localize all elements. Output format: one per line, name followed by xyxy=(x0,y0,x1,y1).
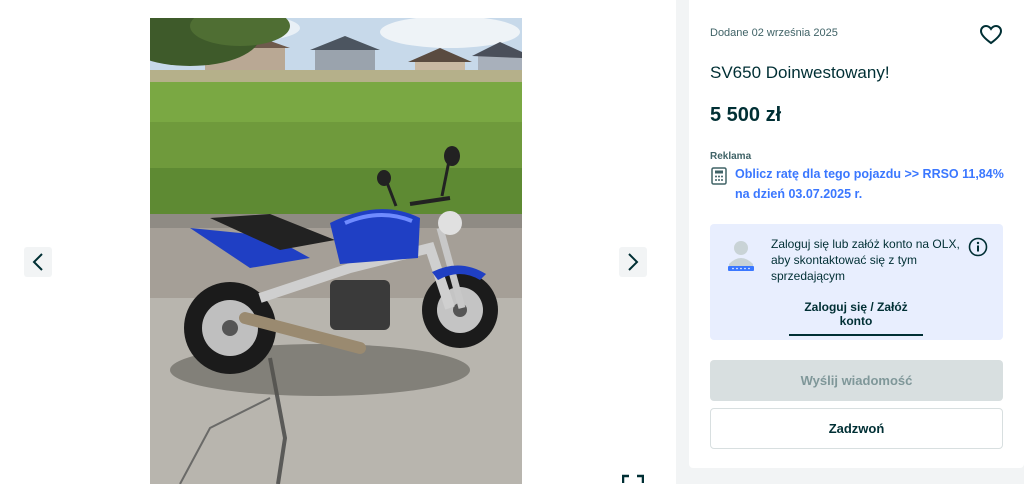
gallery-next-button[interactable] xyxy=(619,247,647,277)
photo-gallery xyxy=(0,0,676,484)
user-avatar-icon xyxy=(728,241,754,271)
fullscreen-icon[interactable] xyxy=(622,474,644,484)
listing-details-panel: Dodane 02 września 2025 SV650 Doinwestow… xyxy=(689,0,1024,468)
login-prompt: Zaloguj się lub załóż konto na OLX, aby … xyxy=(710,224,1003,340)
login-message: Zaloguj się lub załóż konto na OLX, aby … xyxy=(771,237,960,283)
listing-date: Dodane 02 września 2025 xyxy=(710,27,838,39)
motorcycle-photo-illustration xyxy=(150,18,522,484)
installment-calculator-link[interactable]: Oblicz ratę dla tego pojazdu >> RRSO 11,… xyxy=(735,164,1005,204)
calculator-icon xyxy=(711,167,727,185)
ad-label: Reklama xyxy=(710,151,752,162)
listing-price: 5 500 zł xyxy=(710,104,782,126)
listing-photo[interactable] xyxy=(150,18,522,484)
heart-icon xyxy=(979,24,1003,45)
call-button[interactable]: Zadzwoń xyxy=(710,408,1003,449)
info-icon[interactable] xyxy=(968,237,988,257)
chevron-left-icon xyxy=(32,253,43,271)
favorite-button[interactable] xyxy=(979,23,1003,47)
login-register-link[interactable]: Zaloguj się / Załóż konto xyxy=(789,300,923,336)
listing-title: SV650 Doinwestowany! xyxy=(710,63,890,82)
send-message-button[interactable]: Wyślij wiadomość xyxy=(710,360,1003,401)
chevron-right-icon xyxy=(628,253,639,271)
gallery-prev-button[interactable] xyxy=(24,247,52,277)
